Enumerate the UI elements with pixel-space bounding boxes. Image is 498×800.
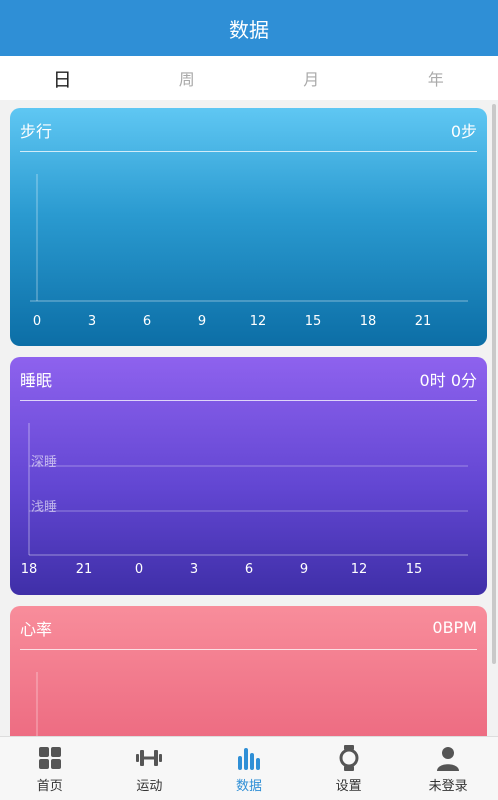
sleep-x-tick: 21 bbox=[76, 562, 93, 577]
heart-chart bbox=[36, 672, 38, 736]
sleep-x-tick: 12 bbox=[351, 562, 368, 577]
steps-card[interactable]: 步行 0步 0 3 6 9 12 15 18 21 bbox=[10, 108, 487, 346]
sleep-card[interactable]: 睡眠 0时 0分 深睡 浅睡 18 21 0 3 6 9 12 15 bbox=[10, 357, 487, 595]
steps-x-tick: 12 bbox=[250, 314, 267, 329]
nav-settings-label: 设置 bbox=[335, 778, 362, 794]
sleep-x-tick: 6 bbox=[245, 562, 253, 577]
bottom-nav: 首页 运动 数据 设置 未登录 bbox=[0, 736, 498, 800]
deep-sleep-label: 深睡 bbox=[31, 455, 57, 470]
nav-data-label: 数据 bbox=[235, 778, 262, 794]
steps-x-tick: 9 bbox=[198, 314, 206, 329]
steps-x-tick: 21 bbox=[415, 314, 432, 329]
tab-year[interactable]: 年 bbox=[374, 56, 498, 100]
nav-home-label: 首页 bbox=[36, 778, 63, 794]
sleep-x-tick: 3 bbox=[190, 562, 198, 577]
sleep-x-tick: 18 bbox=[21, 562, 38, 577]
tab-month[interactable]: 月 bbox=[249, 56, 374, 100]
steps-chart: 0 3 6 9 12 15 18 21 bbox=[30, 174, 468, 329]
watch-icon bbox=[339, 744, 359, 771]
sleep-chart: 深睡 浅睡 18 21 0 3 6 9 12 15 bbox=[21, 423, 468, 577]
steps-x-tick: 6 bbox=[143, 314, 151, 329]
nav-account[interactable]: 未登录 bbox=[398, 737, 498, 800]
sleep-x-tick: 15 bbox=[406, 562, 423, 577]
period-tabs: 日 周 月 年 bbox=[0, 56, 498, 100]
steps-x-tick: 3 bbox=[88, 314, 96, 329]
nav-account-label: 未登录 bbox=[428, 778, 468, 794]
steps-x-tick: 15 bbox=[305, 314, 322, 329]
sleep-x-tick: 9 bbox=[300, 562, 308, 577]
tab-day[interactable]: 日 bbox=[0, 56, 125, 100]
nav-settings[interactable]: 设置 bbox=[299, 737, 399, 800]
page-title: 数据 bbox=[229, 17, 269, 42]
nav-home[interactable]: 首页 bbox=[0, 737, 100, 800]
scrollbar[interactable] bbox=[492, 104, 496, 664]
sleep-x-tick: 0 bbox=[135, 562, 143, 577]
light-sleep-label: 浅睡 bbox=[31, 500, 57, 515]
nav-sport-label: 运动 bbox=[136, 778, 163, 794]
nav-data[interactable]: 数据 bbox=[199, 737, 299, 800]
dumbbell-icon bbox=[136, 749, 163, 766]
tab-week[interactable]: 周 bbox=[125, 56, 250, 100]
grid-icon bbox=[38, 746, 61, 769]
steps-x-tick: 18 bbox=[360, 314, 377, 329]
user-icon bbox=[437, 746, 460, 771]
data-scroll-area[interactable]: 步行 0步 0 3 6 9 12 15 18 21 睡眠 0时 0分 深睡 浅睡 bbox=[0, 100, 498, 736]
nav-sport[interactable]: 运动 bbox=[100, 737, 200, 800]
heart-rate-card[interactable]: 心率 0BPM bbox=[10, 606, 487, 736]
bar-chart-icon bbox=[237, 747, 260, 770]
steps-x-tick: 0 bbox=[33, 314, 41, 329]
header-bar: 数据 bbox=[0, 0, 498, 56]
